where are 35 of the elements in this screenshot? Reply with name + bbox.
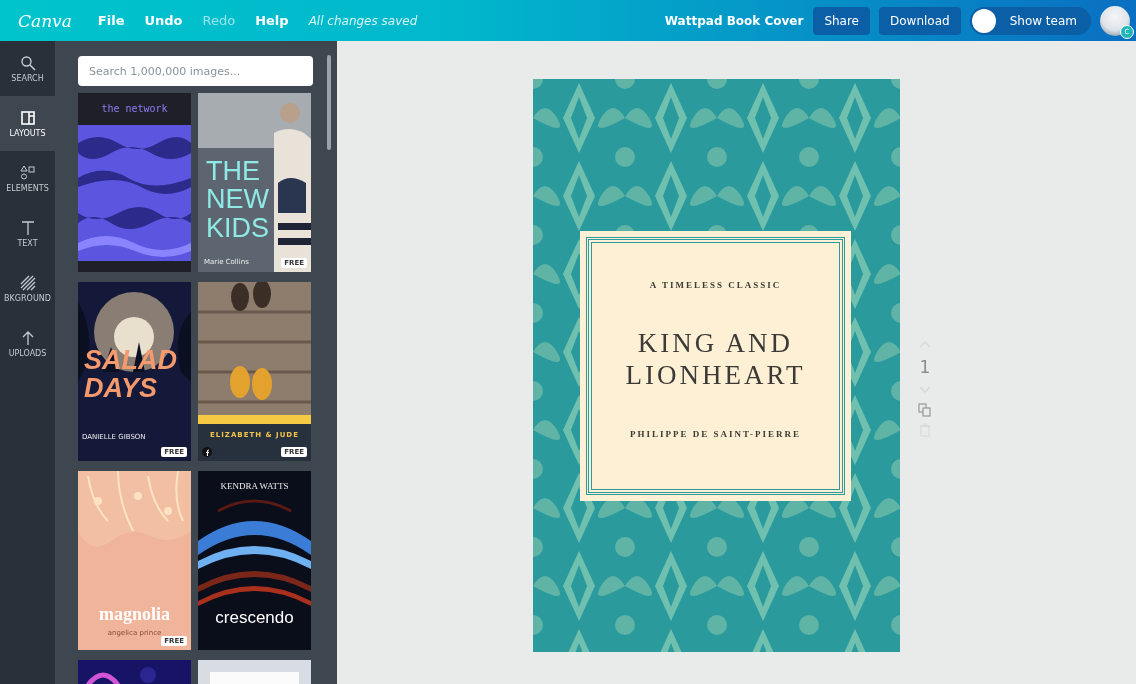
button-label: Show team xyxy=(1009,13,1077,28)
scrollbar[interactable] xyxy=(327,55,331,150)
template-title: magnolia xyxy=(98,604,171,625)
template-title: the network xyxy=(100,103,169,114)
save-status: All changes saved xyxy=(308,13,418,28)
team-avatar xyxy=(971,8,996,33)
search-icon xyxy=(19,54,36,71)
template-title: THE NEW KIDS xyxy=(206,157,271,243)
tool-label: ELEMENTS xyxy=(6,183,49,193)
shapes-icon xyxy=(19,164,36,181)
tool-label: LAYOUTS xyxy=(9,128,46,138)
copy-icon xyxy=(918,403,932,417)
show-team-button[interactable]: Show team xyxy=(969,6,1091,35)
template-thumbnail[interactable]: the network xyxy=(78,93,191,272)
template-thumbnail[interactable]: KENDRA WATTS crescendo xyxy=(198,471,311,650)
tool-tab[interactable]: LAYOUTS xyxy=(0,96,55,151)
cover-author: PHILIPPE DE SAINT-PIERRE xyxy=(629,428,802,439)
download-button[interactable]: Download xyxy=(879,6,961,35)
template-title: SALAD DAYS xyxy=(84,346,178,403)
text-icon xyxy=(19,219,36,236)
hatch-icon xyxy=(19,274,36,291)
search-field[interactable]: Search 1,000,000 images... xyxy=(78,56,313,86)
book-cover[interactable]: A TIMELESS CLASSIC KING AND LIONHEART PHILIPPE DE SAINT-PIERRE xyxy=(533,79,900,652)
page-number: 1 xyxy=(919,357,931,377)
cover-title: KING AND LIONHEART xyxy=(625,327,806,392)
share-button[interactable]: Share xyxy=(813,6,870,35)
tool-label: BKGROUND xyxy=(4,293,51,303)
cover-kicker: A TIMELESS CLASSIC xyxy=(649,280,782,290)
social-icon xyxy=(202,447,212,457)
tool-label: UPLOADS xyxy=(8,348,47,358)
template-title: crescendo xyxy=(214,608,295,628)
tool-label: SEARCH xyxy=(11,73,44,83)
tool-label: TEXT xyxy=(17,238,38,248)
template-author: KENDRA WATTS xyxy=(219,481,290,491)
layout-icon xyxy=(19,109,36,126)
